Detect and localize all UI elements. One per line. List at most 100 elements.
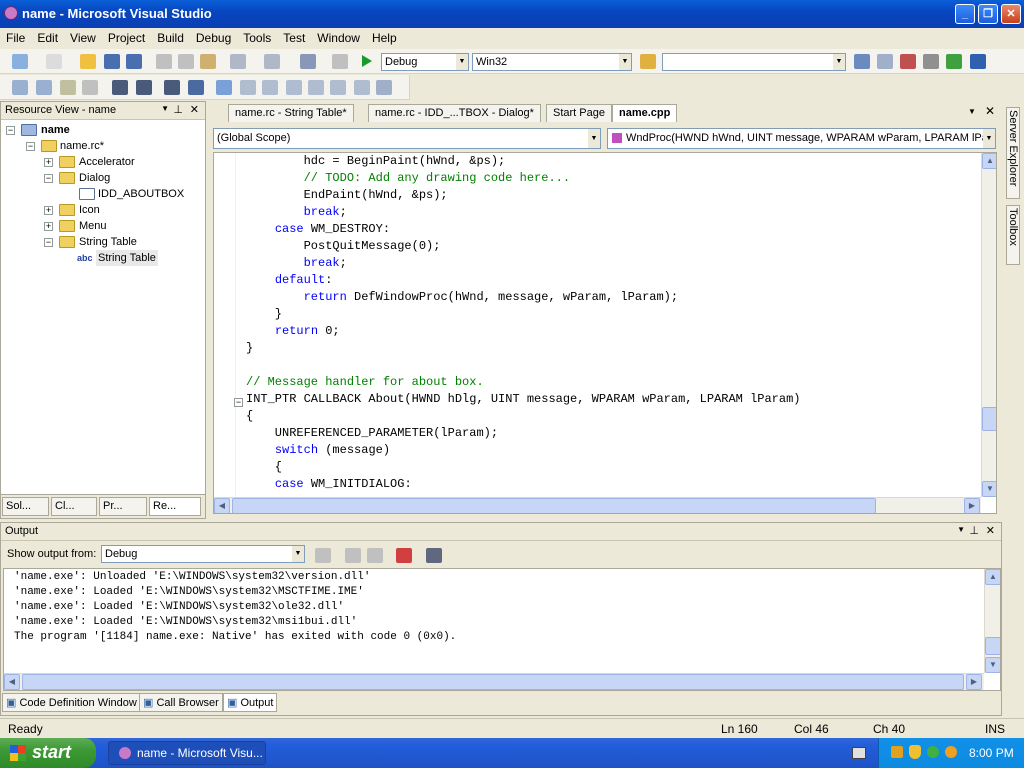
tray-app-icon[interactable]	[891, 746, 903, 758]
tab-call-browser[interactable]: ▣ Call Browser	[139, 693, 223, 712]
panel-dropdown-icon[interactable]: ▼	[957, 525, 965, 534]
collapse-icon[interactable]: −	[6, 126, 15, 135]
tree-item-accelerator[interactable]: Accelerator	[79, 154, 135, 170]
add-item-icon[interactable]	[46, 54, 62, 69]
tree-item-icon[interactable]: Icon	[79, 202, 100, 218]
tab-output[interactable]: ▣ Output	[223, 693, 278, 712]
tab-resource-view[interactable]: Re...	[149, 497, 201, 516]
scroll-right-icon[interactable]: ▶	[964, 498, 980, 513]
tree-item-menu[interactable]: Menu	[79, 218, 107, 234]
output-vertical-scrollbar[interactable]: ▲ ▼	[984, 569, 1000, 673]
quick-info-icon[interactable]	[60, 80, 76, 95]
paste-icon[interactable]	[200, 54, 216, 69]
uncomment-icon[interactable]	[188, 80, 204, 95]
code-editor[interactable]: − hdc = BeginPaint(hWnd, &ps); // TODO: …	[213, 152, 997, 514]
previous-message-icon[interactable]	[345, 548, 361, 563]
security-shield-icon[interactable]	[909, 745, 921, 759]
tree-item-aboutbox[interactable]: IDD_ABOUTBOX	[98, 186, 184, 202]
scroll-up-icon[interactable]: ▲	[982, 153, 996, 169]
menu-file[interactable]: File	[0, 28, 31, 48]
toggle-bookmark-icon[interactable]	[216, 80, 232, 95]
find-combo[interactable]: ▼	[662, 53, 846, 71]
tree-item-string-table[interactable]: String Table	[96, 250, 158, 266]
output-source-select[interactable]: Debug ▼	[101, 545, 305, 563]
expand-icon[interactable]: +	[44, 158, 53, 167]
solution-config-select[interactable]: Debug ▼	[381, 53, 469, 71]
search-icon[interactable]	[945, 746, 957, 758]
panel-close-icon[interactable]: ✕	[190, 103, 199, 116]
collapse-icon[interactable]: −	[44, 238, 53, 247]
display-object-members-icon[interactable]	[12, 80, 28, 95]
menu-help[interactable]: Help	[366, 28, 403, 48]
toolbox-icon[interactable]	[923, 54, 939, 69]
scroll-up-icon[interactable]: ▲	[985, 569, 1000, 585]
menu-view[interactable]: View	[64, 28, 102, 48]
scroll-down-icon[interactable]: ▼	[982, 481, 996, 497]
previous-bookmark-folder-icon[interactable]	[286, 80, 302, 95]
toolbox-tab[interactable]: Toolbox	[1006, 205, 1020, 265]
tree-item-dialog[interactable]: Dialog	[79, 170, 110, 186]
complete-word-icon[interactable]	[82, 80, 98, 95]
cut-icon[interactable]	[156, 54, 172, 69]
keyboard-icon[interactable]	[852, 747, 866, 759]
pin-icon[interactable]: ⊥	[173, 103, 183, 116]
tab-dialog[interactable]: name.rc - IDD_...TBOX - Dialog*	[368, 104, 541, 122]
horizontal-scroll-thumb[interactable]	[22, 674, 964, 690]
tree-root[interactable]: name	[41, 122, 70, 138]
start-button[interactable]: start	[0, 738, 96, 768]
panel-dropdown-icon[interactable]: ▼	[161, 104, 169, 113]
navigate-forward-icon[interactable]	[332, 54, 348, 69]
increase-indent-icon[interactable]	[136, 80, 152, 95]
expand-icon[interactable]: +	[44, 206, 53, 215]
close-button[interactable]: ✕	[1001, 4, 1021, 24]
menu-build[interactable]: Build	[151, 28, 190, 48]
solution-explorer-icon[interactable]	[854, 54, 870, 69]
menu-tools[interactable]: Tools	[237, 28, 277, 48]
tab-solution-explorer[interactable]: Sol...	[2, 497, 49, 516]
maximize-button[interactable]: ❐	[978, 4, 998, 24]
output-horizontal-scrollbar[interactable]: ◀ ▶	[4, 673, 984, 690]
tree-item-rc[interactable]: name.rc*	[60, 138, 104, 154]
save-all-icon[interactable]	[126, 54, 142, 69]
collapse-icon[interactable]: −	[44, 174, 53, 183]
previous-bookmark-document-icon[interactable]	[330, 80, 346, 95]
next-bookmark-folder-icon[interactable]	[308, 80, 324, 95]
decrease-indent-icon[interactable]	[112, 80, 128, 95]
tab-property-manager[interactable]: Pr...	[99, 497, 147, 516]
next-bookmark-document-icon[interactable]	[354, 80, 370, 95]
menu-window[interactable]: Window	[311, 28, 366, 48]
menu-edit[interactable]: Edit	[31, 28, 64, 48]
output-text[interactable]: 'name.exe': Unloaded 'E:\WINDOWS\system3…	[3, 568, 1001, 691]
object-browser-icon[interactable]	[900, 54, 916, 69]
pin-icon[interactable]: ⊥	[969, 524, 979, 537]
horizontal-scroll-thumb[interactable]	[232, 498, 876, 513]
menu-test[interactable]: Test	[277, 28, 311, 48]
tree-item-string-table-folder[interactable]: String Table	[79, 234, 137, 250]
redo-icon[interactable]	[264, 54, 280, 69]
undo-icon[interactable]	[230, 54, 246, 69]
solution-platform-select[interactable]: Win32 ▼	[472, 53, 632, 71]
expand-icon[interactable]: +	[44, 222, 53, 231]
server-explorer-tab[interactable]: Server Explorer	[1006, 107, 1020, 199]
scroll-down-icon[interactable]: ▼	[985, 657, 1000, 673]
find-message-icon[interactable]	[315, 548, 331, 563]
scope-select[interactable]: (Global Scope) ▼	[213, 128, 601, 149]
comment-out-icon[interactable]	[164, 80, 180, 95]
copy-icon[interactable]	[178, 54, 194, 69]
panel-close-icon[interactable]: ✕	[986, 524, 995, 537]
scroll-thumb[interactable]	[985, 637, 1000, 655]
editor-horizontal-scrollbar[interactable]: ◀ ▶	[214, 497, 981, 513]
next-message-icon[interactable]	[367, 548, 383, 563]
command-window-icon[interactable]	[970, 54, 986, 69]
editor-vertical-scrollbar[interactable]: ▲ ▼	[981, 153, 996, 497]
scroll-left-icon[interactable]: ◀	[4, 674, 20, 690]
start-debugging-icon[interactable]	[362, 55, 372, 67]
tab-start-page[interactable]: Start Page	[546, 104, 612, 122]
close-document-icon[interactable]: ✕	[985, 104, 995, 118]
parameter-info-icon[interactable]	[36, 80, 52, 95]
save-icon[interactable]	[104, 54, 120, 69]
new-project-icon[interactable]	[12, 54, 28, 69]
taskbar-button-visual-studio[interactable]: name - Microsoft Visu...	[108, 741, 266, 765]
collapse-icon[interactable]: −	[26, 142, 35, 151]
start-page-icon[interactable]	[946, 54, 962, 69]
